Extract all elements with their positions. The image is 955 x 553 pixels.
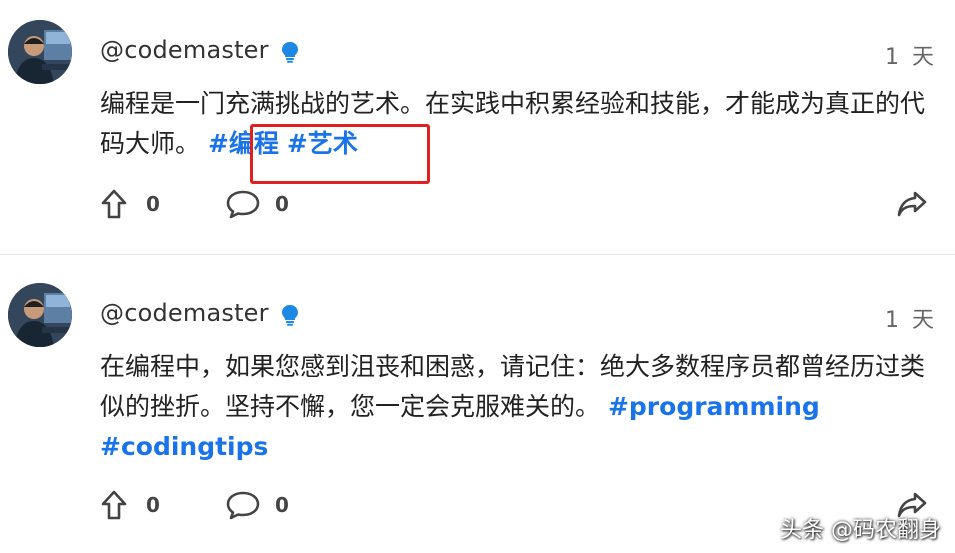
comment-button[interactable]: 0 [225, 189, 289, 219]
upvote-button[interactable]: 0 [100, 490, 160, 520]
speech-bubble-icon [226, 190, 260, 219]
share-button[interactable] [896, 190, 928, 218]
username[interactable]: @codemaster [100, 36, 269, 64]
post-card: @codemaster 1 天 在编程中，如果您感到沮丧和困惑，请记住：绝大多数… [0, 254, 955, 553]
post-card: @codemaster 1 天 编程是一门充满挑战的艺术。在实践中积累经验和技能… [0, 0, 955, 254]
share-arrow-icon [897, 191, 927, 217]
hashtag[interactable]: #codingtips [100, 432, 268, 461]
hashtag[interactable]: #programming [608, 392, 820, 421]
avatar[interactable] [8, 283, 72, 347]
verified-badge-icon [280, 41, 300, 63]
arrow-up-icon [101, 490, 127, 520]
speech-bubble-icon [226, 491, 260, 520]
arrow-up-icon [101, 189, 127, 219]
post-time: 1 天 [885, 308, 937, 333]
watermark: 头条 @码农翻身 [780, 518, 941, 543]
comment-count: 0 [275, 493, 289, 517]
upvote-count: 0 [146, 192, 160, 216]
highlight-box [250, 124, 430, 184]
post-content: 在编程中，如果您感到沮丧和困惑，请记住：绝大多数程序员都曾经历过类似的挫折。坚持… [100, 347, 930, 467]
post-content: 编程是一门充满挑战的艺术。在实践中积累经验和技能，才能成为真正的代码大师。 #编… [100, 84, 930, 164]
comment-button[interactable]: 0 [225, 490, 289, 520]
comment-count: 0 [275, 192, 289, 216]
avatar[interactable] [8, 20, 72, 84]
verified-badge-icon [280, 304, 300, 326]
username[interactable]: @codemaster [100, 299, 269, 327]
upvote-button[interactable]: 0 [100, 189, 160, 219]
post-time: 1 天 [885, 45, 937, 70]
upvote-count: 0 [146, 493, 160, 517]
